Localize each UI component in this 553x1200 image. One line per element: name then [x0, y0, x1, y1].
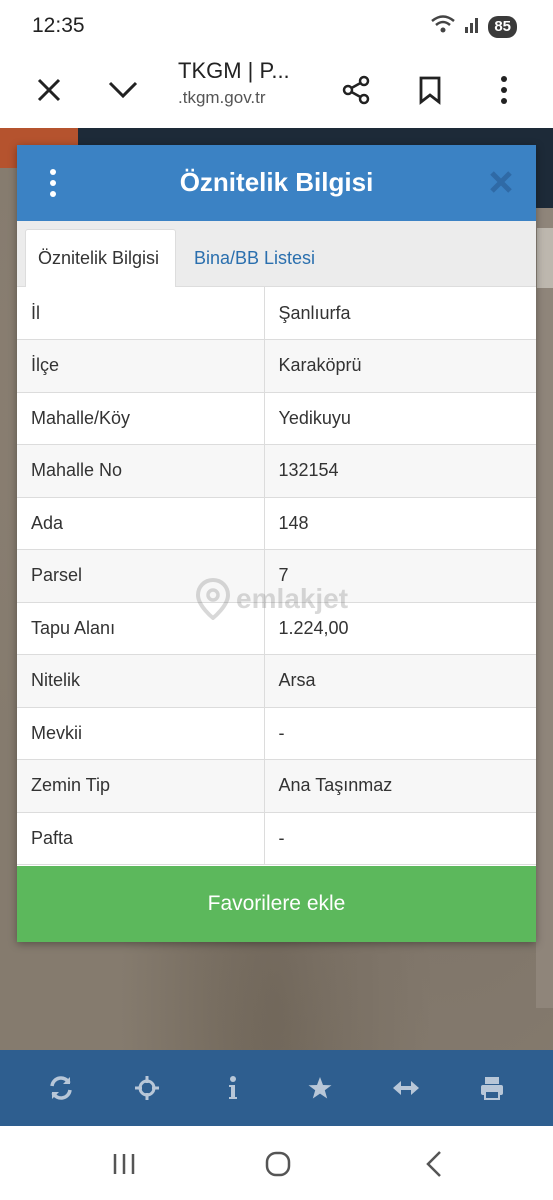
home-button[interactable]: [258, 1146, 298, 1182]
row-key: Mevkii: [17, 707, 265, 760]
bookmark-icon: [419, 76, 441, 105]
row-key: İlçe: [17, 339, 265, 393]
wifi-icon: [430, 14, 456, 39]
print-icon: [480, 1077, 503, 1100]
page-url: .tkgm.gov.tr: [178, 88, 266, 107]
row-key: Mahalle/Köy: [17, 392, 265, 445]
table-row: Zemin Tip Ana Taşınmaz: [17, 759, 536, 813]
row-value: Şanlıurfa: [264, 287, 536, 340]
dialog-close-button[interactable]: [488, 169, 516, 197]
table-row: Nitelik Arsa: [17, 654, 536, 708]
row-value: -: [264, 812, 536, 865]
add-to-favorites-button[interactable]: Favorilere ekle: [17, 866, 536, 942]
row-value: 148: [264, 497, 536, 550]
crosshair-icon: [135, 1076, 160, 1100]
measure-button[interactable]: [386, 1068, 426, 1108]
row-key: Mahalle No: [17, 444, 265, 498]
info-icon: [229, 1076, 238, 1099]
minimize-button[interactable]: [99, 66, 147, 114]
recent-apps-button[interactable]: [104, 1146, 144, 1182]
attribute-dialog: Öznitelik Bilgisi Öznitelik Bilgisi Bina…: [17, 145, 536, 942]
row-key: Zemin Tip: [17, 759, 265, 813]
info-button[interactable]: [213, 1068, 253, 1108]
refresh-button[interactable]: [41, 1068, 81, 1108]
status-time: 12:35: [32, 14, 85, 37]
table-row: Mahalle/Köy Yedikuyu: [17, 392, 536, 445]
close-icon: [37, 78, 61, 102]
page-title-block[interactable]: TKGM | P... .tkgm.gov.tr: [178, 58, 290, 108]
bookmark-button[interactable]: [406, 66, 454, 114]
more-vertical-icon: [501, 76, 507, 104]
back-icon: [426, 1151, 441, 1177]
table-row: İlçe Karaköprü: [17, 339, 536, 393]
signal-icon: [464, 15, 480, 38]
table-row: İl Şanlıurfa: [17, 287, 536, 340]
battery-indicator: 85: [488, 15, 517, 38]
page-title: TKGM | P...: [178, 58, 290, 83]
row-key: Nitelik: [17, 654, 265, 708]
favorites-button[interactable]: [300, 1068, 340, 1108]
star-icon: [308, 1077, 332, 1099]
locate-button[interactable]: [127, 1068, 167, 1108]
browser-toolbar: TKGM | P... .tkgm.gov.tr: [0, 52, 553, 130]
row-key: İl: [17, 287, 265, 340]
dialog-title: Öznitelik Bilgisi: [179, 167, 374, 197]
row-key: Pafta: [17, 812, 265, 865]
recent-apps-icon: [113, 1154, 135, 1174]
refresh-icon: [50, 1076, 72, 1100]
tab-building-list[interactable]: Bina/BB Listesi: [182, 229, 327, 287]
close-tab-button[interactable]: [25, 66, 73, 114]
attribute-table: İl Şanlıurfa İlçe Karaköprü Mahalle/Köy Yed…: [17, 287, 536, 865]
row-value: Yedikuyu: [264, 392, 536, 445]
close-icon: [490, 171, 512, 193]
row-value: 132154: [264, 444, 536, 498]
table-row: Mahalle No 132154: [17, 444, 536, 498]
dialog-header: Öznitelik Bilgisi: [17, 145, 536, 221]
table-row: Ada 148: [17, 497, 536, 550]
row-value: Arsa: [264, 654, 536, 708]
chevron-down-icon: [108, 81, 138, 99]
table-row: Mevkii -: [17, 707, 536, 760]
back-button[interactable]: [414, 1146, 454, 1182]
table-row: Pafta -: [17, 812, 536, 865]
share-button[interactable]: [332, 66, 380, 114]
system-nav-bar: [0, 1126, 553, 1200]
map-tile: [536, 208, 553, 1008]
row-value: -: [264, 707, 536, 760]
watermark-text: emlakjet: [236, 583, 349, 614]
row-key: Ada: [17, 497, 265, 550]
arrows-horizontal-icon: [392, 1081, 419, 1095]
map-toolbar: [0, 1050, 553, 1126]
map-tile: [537, 228, 553, 288]
row-value: Karaköprü: [264, 339, 536, 393]
watermark: emlakjet: [196, 578, 348, 620]
dialog-tabs: Öznitelik Bilgisi Bina/BB Listesi: [17, 221, 536, 287]
share-icon: [342, 75, 370, 105]
more-options-button[interactable]: [480, 66, 528, 114]
tab-attribute-info[interactable]: Öznitelik Bilgisi: [25, 229, 176, 287]
row-value: Ana Taşınmaz: [264, 759, 536, 813]
status-bar: 12:35 85: [0, 0, 553, 52]
location-pin-icon: [196, 578, 230, 620]
home-icon: [265, 1151, 291, 1177]
print-button[interactable]: [472, 1068, 512, 1108]
